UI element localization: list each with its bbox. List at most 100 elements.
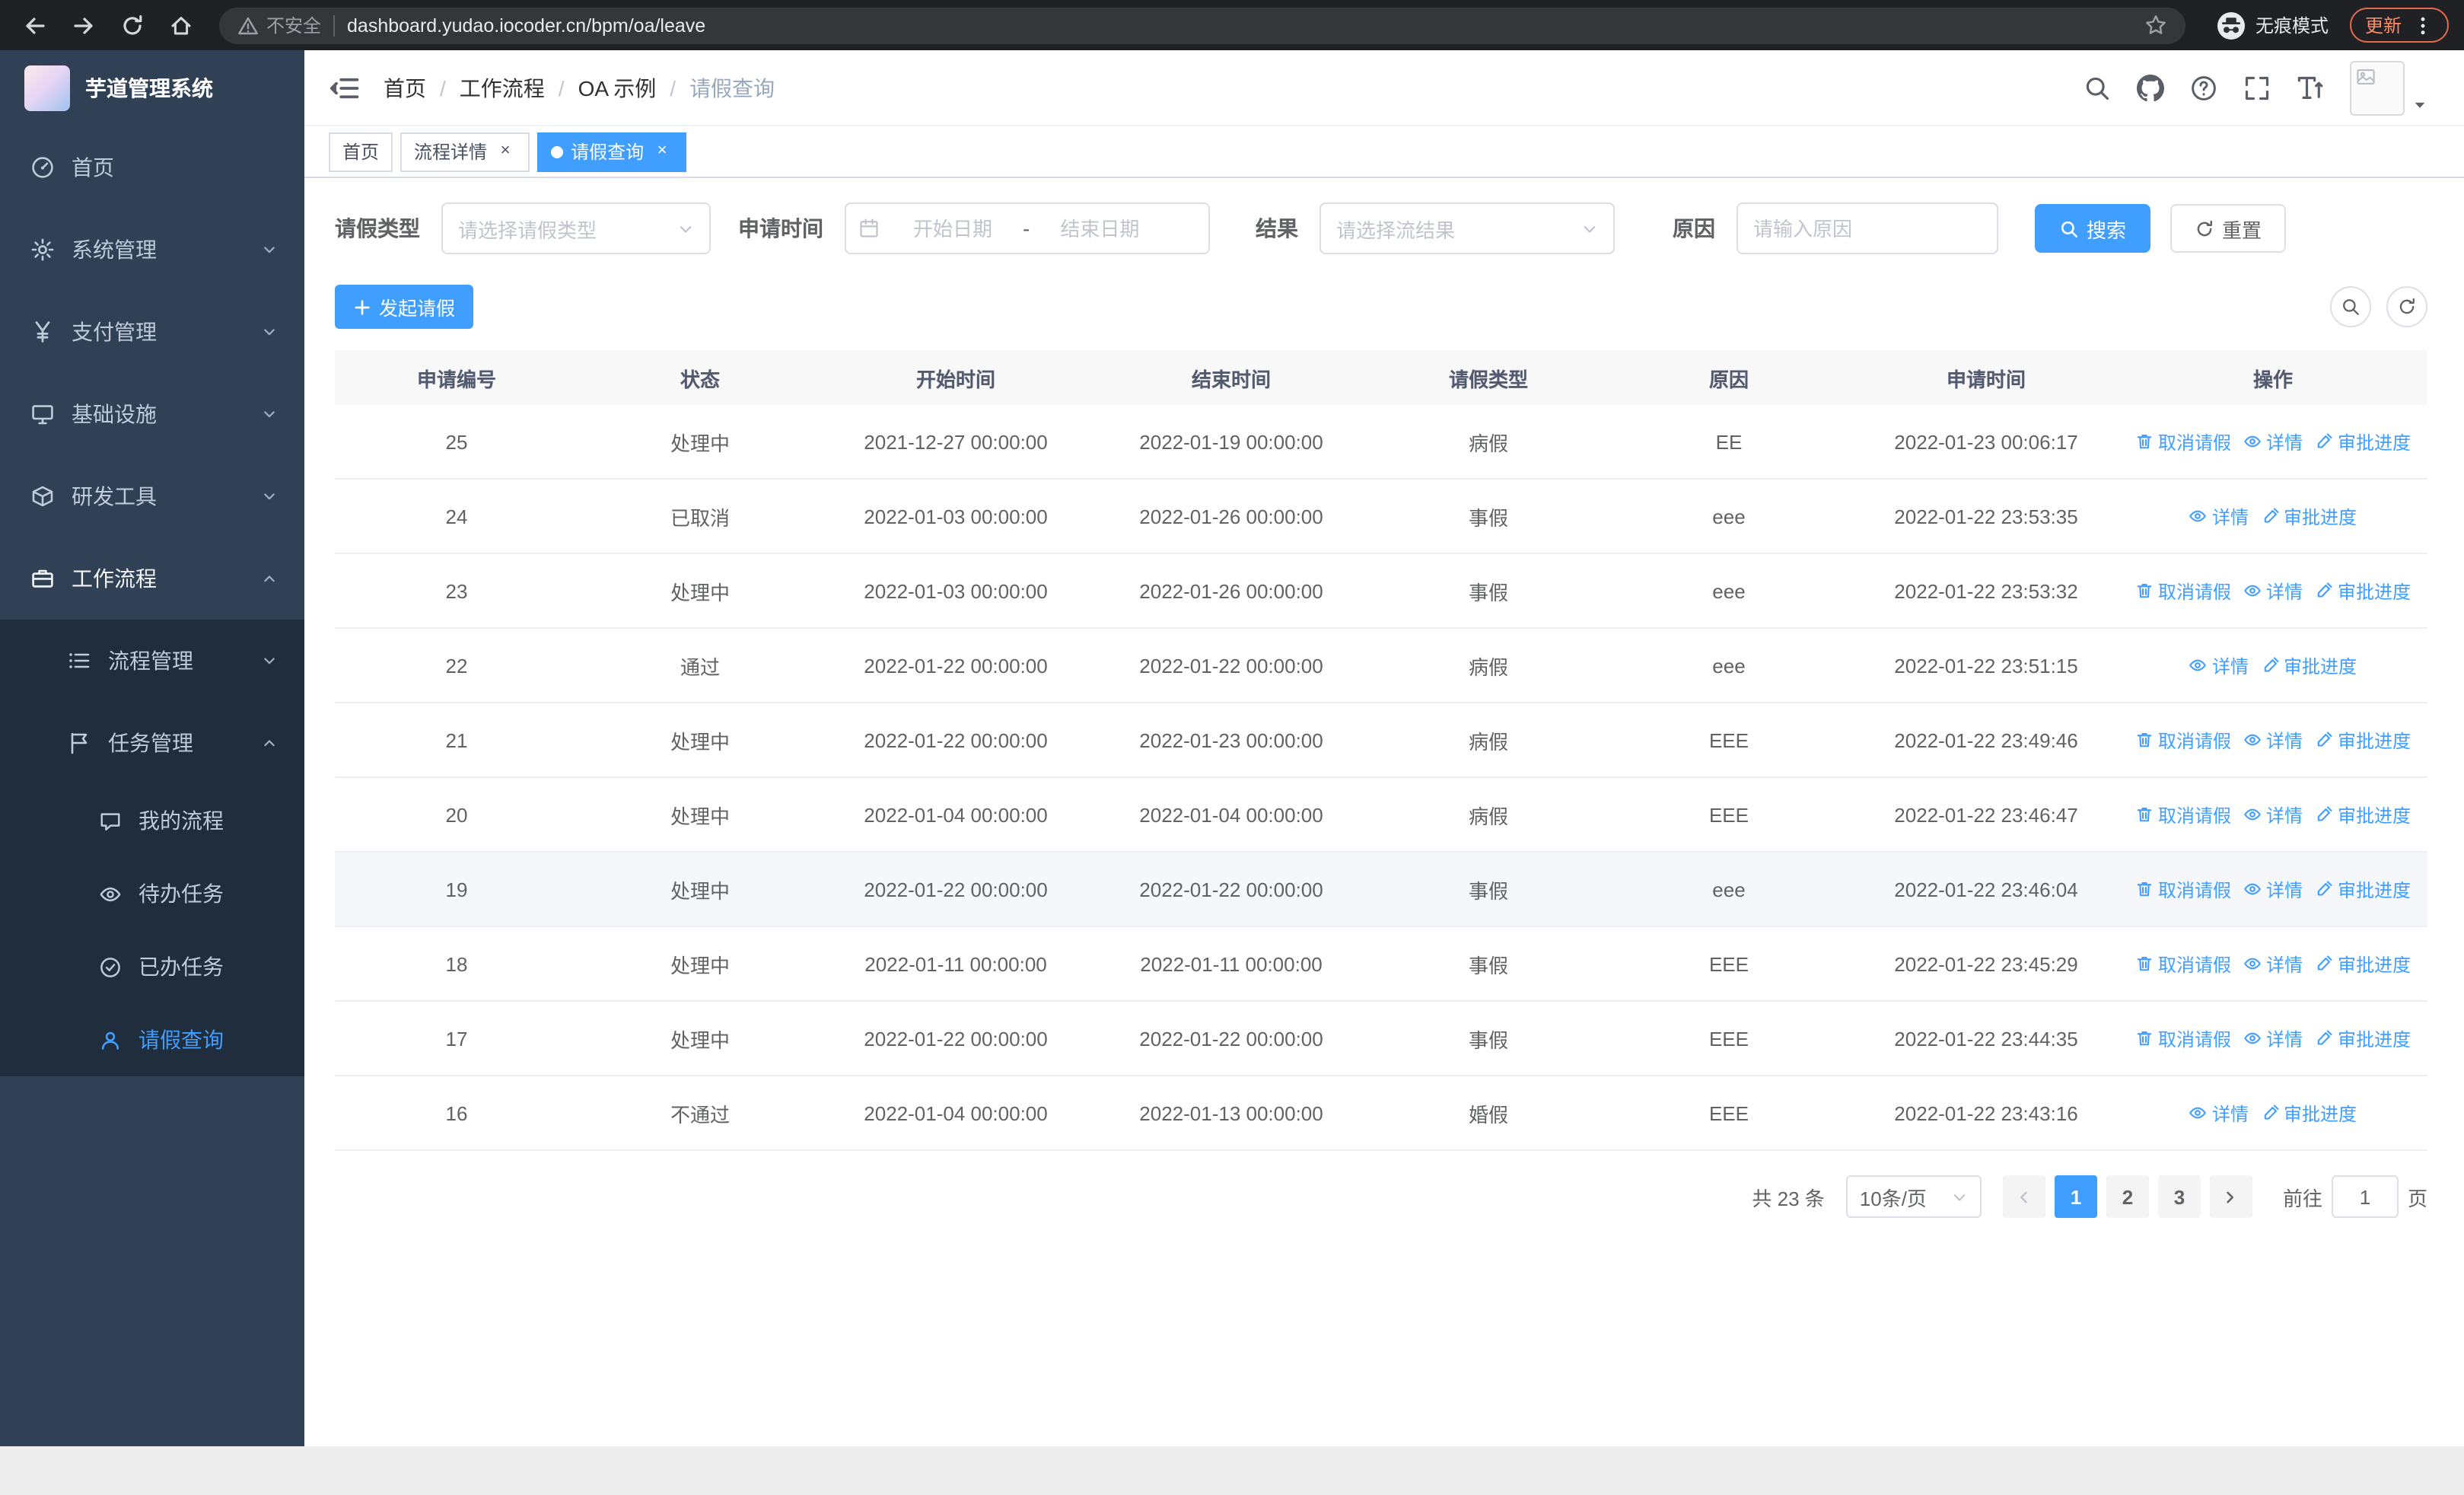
breadcrumb-separator: / xyxy=(440,75,446,100)
home-icon[interactable] xyxy=(161,5,201,45)
font-size-icon[interactable] xyxy=(2297,74,2324,101)
sidebar-item-home[interactable]: 首页 xyxy=(0,126,304,209)
approval-progress-link[interactable]: 审批进度 xyxy=(2315,802,2411,827)
search-icon[interactable] xyxy=(2084,74,2111,101)
page-button-1[interactable]: 1 xyxy=(2054,1175,2097,1218)
chevron-down-icon xyxy=(262,406,277,422)
cancel-leave-link[interactable]: 取消请假 xyxy=(2135,578,2231,604)
cell-leave-type: 事假 xyxy=(1468,506,1508,529)
reason-input[interactable] xyxy=(1753,217,1982,240)
url-text[interactable]: dashboard.yudao.iocoder.cn/bpm/oa/leave xyxy=(347,14,2132,36)
sidebar-item-infrastructure[interactable]: 基础设施 xyxy=(0,373,304,455)
page-button-2[interactable]: 2 xyxy=(2106,1175,2149,1218)
page-size-select[interactable]: 10条/页 xyxy=(1845,1175,1982,1218)
tab-home[interactable]: 首页 xyxy=(329,132,393,171)
detail-link[interactable]: 详情 xyxy=(2243,802,2303,827)
sidebar-item-workflow[interactable]: 工作流程 xyxy=(0,537,304,620)
sidebar-item-done-tasks[interactable]: 已办任务 xyxy=(0,930,304,1003)
result-select[interactable]: 请选择流结果 xyxy=(1320,202,1615,254)
end-date-input[interactable] xyxy=(1033,217,1167,240)
sidebar-item-devtools[interactable]: 研发工具 xyxy=(0,455,304,537)
sidebar-item-leave-query[interactable]: 请假查询 xyxy=(0,1003,304,1076)
approval-progress-link[interactable]: 审批进度 xyxy=(2315,578,2411,604)
sidebar-item-task-management[interactable]: 任务管理 xyxy=(0,702,304,784)
address-bar[interactable]: 不安全 dashboard.yudao.iocoder.cn/bpm/oa/le… xyxy=(219,7,2185,43)
sidebar-item-system[interactable]: 系统管理 xyxy=(0,209,304,291)
cell-apply-time: 2022-01-22 23:49:46 xyxy=(1894,728,2078,751)
tab-label: 流程详情 xyxy=(414,142,488,163)
goto-page-input[interactable] xyxy=(2331,1175,2399,1218)
detail-link[interactable]: 详情 xyxy=(2189,1100,2249,1126)
approval-progress-link[interactable]: 审批进度 xyxy=(2315,951,2411,977)
breadcrumb-item[interactable]: 首页 xyxy=(384,72,426,103)
cell-actions: 取消请假 详情 审批进度 xyxy=(2119,1002,2427,1075)
detail-link[interactable]: 详情 xyxy=(2243,578,2303,604)
detail-link[interactable]: 详情 xyxy=(2189,503,2249,529)
cancel-leave-link[interactable]: 取消请假 xyxy=(2135,802,2231,827)
sidebar-item-todo-tasks[interactable]: 待办任务 xyxy=(0,857,304,930)
detail-link[interactable]: 详情 xyxy=(2243,876,2303,902)
reason-field[interactable] xyxy=(1737,202,1998,254)
approval-progress-link[interactable]: 审批进度 xyxy=(2261,1100,2357,1126)
approval-progress-link[interactable]: 审批进度 xyxy=(2315,429,2411,454)
detail-link[interactable]: 详情 xyxy=(2243,727,2303,753)
start-date-input[interactable] xyxy=(886,217,1020,240)
forward-icon[interactable] xyxy=(64,5,103,45)
close-icon[interactable]: × xyxy=(651,141,673,162)
approval-progress-link[interactable]: 审批进度 xyxy=(2315,876,2411,902)
update-button[interactable]: 更新 xyxy=(2349,8,2449,43)
page-button-3[interactable]: 3 xyxy=(2157,1175,2201,1218)
cancel-leave-link[interactable]: 取消请假 xyxy=(2135,1025,2231,1051)
menu-fold-icon[interactable] xyxy=(329,72,359,103)
detail-link[interactable]: 详情 xyxy=(2243,1025,2303,1051)
cancel-leave-link[interactable]: 取消请假 xyxy=(2135,951,2231,977)
close-icon[interactable]: × xyxy=(495,141,516,162)
detail-link[interactable]: 详情 xyxy=(2243,951,2303,977)
cancel-leave-link[interactable]: 取消请假 xyxy=(2135,429,2231,454)
goto-label: 前往 xyxy=(2282,1187,2322,1210)
approval-progress-link-label: 审批进度 xyxy=(2338,1028,2411,1050)
sidebar-item-payment[interactable]: 支付管理 xyxy=(0,291,304,373)
approval-progress-link[interactable]: 审批进度 xyxy=(2315,1025,2411,1051)
prev-page-button[interactable] xyxy=(2002,1175,2045,1218)
sidebar-item-process-management[interactable]: 流程管理 xyxy=(0,620,304,702)
help-icon[interactable] xyxy=(2190,74,2217,101)
detail-link-label: 详情 xyxy=(2211,655,2249,677)
edit-icon xyxy=(2315,582,2333,600)
sidebar-item-my-process[interactable]: 我的流程 xyxy=(0,784,304,857)
approval-progress-link[interactable]: 审批进度 xyxy=(2261,652,2357,678)
app-logo[interactable]: 芋道管理系统 xyxy=(0,50,304,126)
apply-time-range-picker[interactable]: - xyxy=(845,202,1210,254)
detail-link[interactable]: 详情 xyxy=(2189,652,2249,678)
create-leave-button[interactable]: 发起请假 xyxy=(335,285,474,329)
cancel-leave-link-label: 取消请假 xyxy=(2157,581,2231,602)
cell-apply-time: 2022-01-22 23:53:32 xyxy=(1894,579,2078,602)
tab-process-detail[interactable]: 流程详情 × xyxy=(400,132,530,171)
security-chip[interactable]: 不安全 xyxy=(237,12,321,38)
bookmark-star-icon[interactable] xyxy=(2144,14,2167,37)
cell-status: 处理中 xyxy=(670,1028,730,1051)
cell-end-time: 2022-01-26 00:00:00 xyxy=(1139,505,1323,528)
next-page-button[interactable] xyxy=(2209,1175,2252,1218)
user-menu[interactable] xyxy=(2350,60,2427,115)
browser-menu-icon[interactable] xyxy=(2412,14,2434,36)
refresh-table-button[interactable] xyxy=(2386,286,2427,327)
breadcrumb-item[interactable]: OA 示例 xyxy=(578,72,657,103)
breadcrumb-item[interactable]: 工作流程 xyxy=(460,72,545,103)
cancel-leave-link[interactable]: 取消请假 xyxy=(2135,876,2231,902)
cell-start-time: 2022-01-04 00:00:00 xyxy=(864,1101,1048,1124)
reload-icon[interactable] xyxy=(113,5,152,45)
detail-link[interactable]: 详情 xyxy=(2243,429,2303,454)
back-icon[interactable] xyxy=(15,5,55,45)
reset-button[interactable]: 重置 xyxy=(2170,204,2287,253)
approval-progress-link[interactable]: 审批进度 xyxy=(2315,727,2411,753)
leave-type-select[interactable]: 请选择请假类型 xyxy=(441,202,711,254)
fullscreen-icon[interactable] xyxy=(2243,74,2271,101)
search-button[interactable]: 搜索 xyxy=(2035,204,2151,253)
toggle-search-button[interactable] xyxy=(2330,286,2371,327)
tab-leave-query[interactable]: 请假查询 × xyxy=(537,132,687,171)
approval-progress-link[interactable]: 审批进度 xyxy=(2261,503,2357,529)
github-icon[interactable] xyxy=(2137,74,2164,101)
column-header: 申请时间 xyxy=(1946,368,2026,390)
cancel-leave-link[interactable]: 取消请假 xyxy=(2135,727,2231,753)
